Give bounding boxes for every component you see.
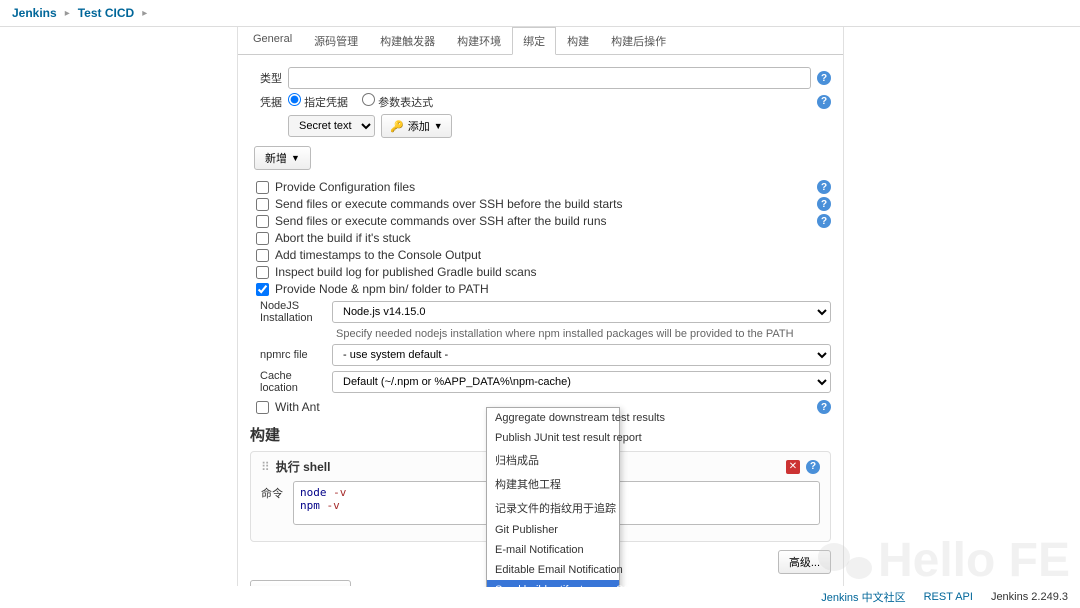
- tab-scm[interactable]: 源码管理: [303, 27, 369, 55]
- cred-radio-specific-label[interactable]: 指定凭据: [288, 93, 348, 110]
- kind-label: 类型: [250, 70, 288, 86]
- key-icon: 🔑: [390, 120, 404, 133]
- secret-type-select[interactable]: Secret text: [288, 115, 375, 137]
- advanced-button[interactable]: 高级...: [778, 550, 831, 574]
- shell-cmd-label: 命令: [261, 481, 285, 501]
- dropdown-item[interactable]: Aggregate downstream test results: [487, 408, 619, 428]
- check-inspect-gradle-label: Inspect build log for published Gradle b…: [275, 265, 537, 279]
- dropdown-item[interactable]: 归档成品: [487, 448, 619, 472]
- dropdown-item[interactable]: 记录文件的指纹用于追踪: [487, 496, 619, 520]
- delete-step-button[interactable]: ✕: [786, 460, 800, 474]
- tab-postbuild[interactable]: 构建后操作: [600, 27, 677, 55]
- chevron-right-icon: ▸: [65, 8, 70, 19]
- chevron-right-icon: ▸: [142, 8, 147, 19]
- nodejs-install-select[interactable]: Node.js v14.15.0: [332, 301, 831, 323]
- cache-select[interactable]: Default (~/.npm or %APP_DATA%\npm-cache): [332, 371, 831, 393]
- check-provide-config-label: Provide Configuration files: [275, 180, 415, 194]
- cred-radio-param-label[interactable]: 参数表达式: [362, 93, 433, 110]
- dropdown-item[interactable]: Editable Email Notification: [487, 560, 619, 580]
- check-provide-node[interactable]: [256, 283, 269, 296]
- check-provide-config[interactable]: [256, 181, 269, 194]
- tab-general[interactable]: General: [242, 27, 303, 55]
- tab-triggers[interactable]: 构建触发器: [369, 27, 446, 55]
- check-timestamps-label: Add timestamps to the Console Output: [275, 248, 481, 262]
- kind-input[interactable]: [288, 67, 811, 89]
- check-timestamps[interactable]: [256, 249, 269, 262]
- build-step-title: 执行 shell: [276, 458, 331, 475]
- npmrc-label: npmrc file: [260, 349, 324, 361]
- dropdown-item[interactable]: 构建其他工程: [487, 472, 619, 496]
- dropdown-item[interactable]: Git Publisher: [487, 520, 619, 540]
- add-credentials-button[interactable]: 🔑 添加 ▼: [381, 114, 452, 138]
- config-tabs: General 源码管理 构建触发器 构建环境 绑定 构建 构建后操作: [238, 27, 843, 55]
- postbuild-dropdown-menu: Aggregate downstream test resultsPublish…: [486, 407, 620, 587]
- help-icon[interactable]: ?: [817, 400, 831, 414]
- footer: Jenkins 中文社区 REST API Jenkins 2.249.3: [0, 586, 1080, 608]
- cred-radio-specific[interactable]: [288, 93, 301, 106]
- dropdown-item[interactable]: Publish JUnit test result report: [487, 428, 619, 448]
- footer-rest-api[interactable]: REST API: [924, 591, 973, 603]
- nodejs-install-label: NodeJS Installation: [260, 300, 324, 324]
- help-icon[interactable]: ?: [817, 214, 831, 228]
- help-icon[interactable]: ?: [817, 180, 831, 194]
- nodejs-install-hint: Specify needed nodejs installation where…: [336, 328, 831, 340]
- config-panel: General 源码管理 构建触发器 构建环境 绑定 构建 构建后操作 类型 ?…: [237, 27, 844, 587]
- chevron-down-icon: ▼: [434, 121, 443, 131]
- check-with-ant-label: With Ant: [275, 400, 320, 414]
- help-icon[interactable]: ?: [817, 95, 831, 109]
- help-icon[interactable]: ?: [817, 197, 831, 211]
- tab-bindings[interactable]: 绑定: [512, 27, 556, 55]
- sidebar-placeholder: [0, 27, 237, 587]
- tab-env[interactable]: 构建环境: [446, 27, 512, 55]
- tab-build[interactable]: 构建: [556, 27, 600, 55]
- chevron-down-icon: ▼: [291, 153, 300, 163]
- footer-version: Jenkins 2.249.3: [991, 591, 1068, 603]
- npmrc-select[interactable]: - use system default -: [332, 344, 831, 366]
- dropdown-item[interactable]: Send build artifacts over SSH: [487, 580, 619, 587]
- check-ssh-after[interactable]: [256, 215, 269, 228]
- cred-radio-param[interactable]: [362, 93, 375, 106]
- cred-label: 凭据: [250, 94, 288, 110]
- breadcrumb-project[interactable]: Test CICD: [78, 6, 134, 20]
- check-ssh-before-label: Send files or execute commands over SSH …: [275, 197, 623, 211]
- check-ssh-after-label: Send files or execute commands over SSH …: [275, 214, 607, 228]
- footer-chinese-community[interactable]: Jenkins 中文社区: [821, 589, 905, 605]
- breadcrumb: Jenkins ▸ Test CICD ▸: [0, 0, 1080, 27]
- new-binding-button[interactable]: 新增 ▼: [254, 146, 311, 170]
- check-ssh-before[interactable]: [256, 198, 269, 211]
- check-with-ant[interactable]: [256, 401, 269, 414]
- check-abort-stuck[interactable]: [256, 232, 269, 245]
- check-provide-node-label: Provide Node & npm bin/ folder to PATH: [275, 282, 489, 296]
- drag-handle-icon[interactable]: ⠿: [261, 460, 270, 474]
- right-gap: [844, 27, 1080, 587]
- cache-label: Cache location: [260, 370, 324, 394]
- help-icon[interactable]: ?: [817, 71, 831, 85]
- check-inspect-gradle[interactable]: [256, 266, 269, 279]
- breadcrumb-jenkins[interactable]: Jenkins: [12, 6, 57, 20]
- dropdown-item[interactable]: E-mail Notification: [487, 540, 619, 560]
- help-icon[interactable]: ?: [806, 460, 820, 474]
- check-abort-stuck-label: Abort the build if it's stuck: [275, 231, 411, 245]
